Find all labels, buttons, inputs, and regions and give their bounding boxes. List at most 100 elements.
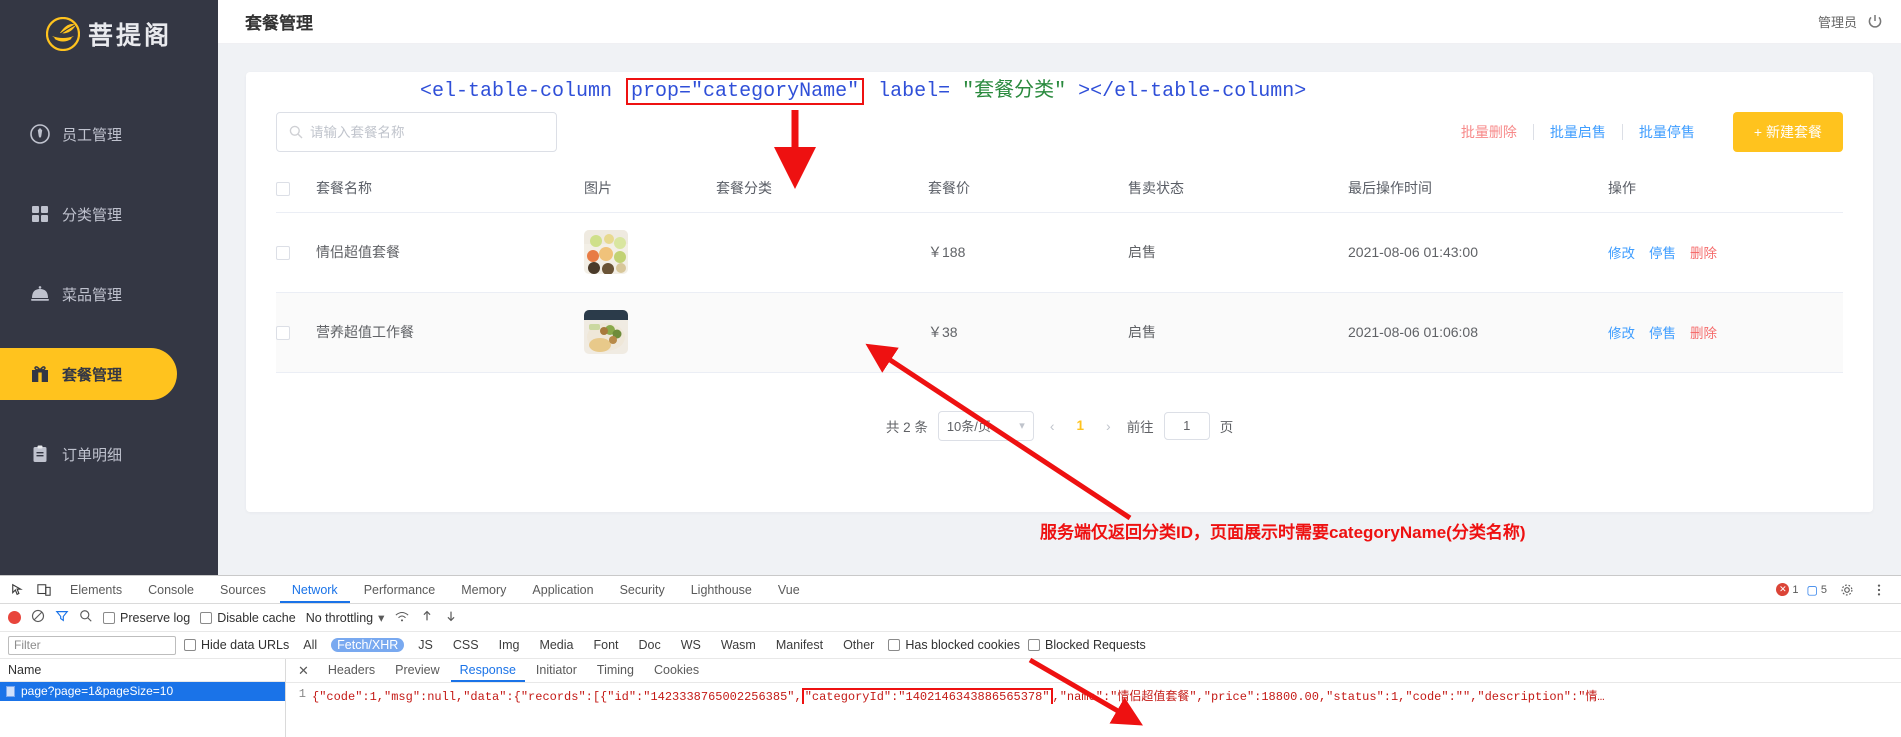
tab-performance[interactable]: Performance [352,577,448,603]
delete-button[interactable]: 删除 [1690,242,1717,262]
wifi-icon[interactable] [394,609,410,626]
page-number-1[interactable]: 1 [1071,418,1091,433]
filter-type-fetch-xhr[interactable]: Fetch/XHR [331,638,405,652]
filter-type-js[interactable]: JS [412,638,439,652]
table-row[interactable]: 营养超值工作餐 ￥38 启售 2021-08-06 01:06:08 修改 停售… [276,292,1843,373]
preserve-log-checkbox[interactable]: Preserve log [103,611,190,625]
record-dot-icon[interactable] [8,611,21,624]
th-updated: 最后操作时间 [1348,164,1608,213]
delete-button[interactable]: 删除 [1690,322,1717,342]
filter-type-wasm[interactable]: Wasm [715,638,762,652]
request-list-header: Name [0,659,285,682]
filter-type-img[interactable]: Img [493,638,526,652]
has-blocked-cookies-checkbox[interactable]: Has blocked cookies [888,638,1020,652]
xhr-doc-icon [6,686,15,697]
filter-type-doc[interactable]: Doc [633,638,667,652]
error-count-badge[interactable]: ✕ 1 [1776,581,1799,598]
network-toolbar: Preserve log Disable cache No throttling… [0,604,1901,632]
sidebar-item-label: 菜品管理 [62,286,123,304]
kebab-menu-icon[interactable] [1867,579,1891,601]
th-status: 售卖状态 [1128,164,1348,213]
select-all-checkbox[interactable] [276,181,290,196]
search-input[interactable] [310,124,535,140]
filter-type-ws[interactable]: WS [675,638,707,652]
device-toolbar-icon[interactable] [32,579,56,601]
tab-lighthouse[interactable]: Lighthouse [679,577,764,603]
subtab-cookies[interactable]: Cookies [645,659,708,682]
response-json[interactable]: {"code":1,"msg":null,"data":{"records":[… [312,687,1605,704]
upload-arrow-icon[interactable] [420,609,434,626]
cell-image [584,212,716,293]
filter-type-media[interactable]: Media [533,638,579,652]
new-combo-button[interactable]: + 新建套餐 [1732,112,1843,152]
combo-meal-photo-icon[interactable] [584,230,628,274]
funnel-icon[interactable] [55,609,69,626]
jump-prefix: 前往 [1126,419,1154,435]
sidebar-item-category[interactable]: 分类管理 [0,188,218,240]
sidebar-menu: 员工管理 分类管理 菜品管理 套餐管理 订单明细 [0,108,218,480]
power-icon[interactable] [1867,14,1883,30]
batch-disable-button[interactable]: 批量停售 [1623,122,1711,142]
tab-application[interactable]: Application [520,577,605,603]
tab-elements[interactable]: Elements [58,577,134,603]
network-content: Name page?page=1&pageSize=10 ✕ Headers P… [0,659,1901,737]
subtab-timing[interactable]: Timing [588,659,643,682]
tab-network[interactable]: Network [280,577,350,603]
message-count-badge[interactable]: ▢ 5 [1806,581,1827,598]
subtab-response[interactable]: Response [451,659,525,682]
filter-type-css[interactable]: CSS [447,638,485,652]
jump-page-input[interactable] [1163,411,1210,440]
code-highlight-prop: prop="categoryName" [626,78,865,105]
tab-console[interactable]: Console [136,577,206,603]
row-checkbox[interactable] [276,326,290,341]
filter-input[interactable] [8,635,176,655]
chevron-left-icon[interactable]: ‹ [1044,418,1061,434]
inspect-cursor-icon[interactable] [6,579,30,601]
blocked-requests-checkbox[interactable]: Blocked Requests [1028,638,1146,652]
chevron-right-icon[interactable]: › [1100,418,1117,434]
edit-button[interactable]: 修改 [1608,322,1635,342]
filter-type-all[interactable]: All [297,638,323,652]
close-icon[interactable]: ✕ [290,663,317,679]
filter-type-font[interactable]: Font [587,638,624,652]
code-annotation: <el-table-column prop="categoryName" lab… [420,73,1306,105]
sidebar-item-employee[interactable]: 员工管理 [0,108,218,160]
app-root: 菩提阁 员工管理 分类管理 菜品管理 套餐管理 订单明细 套餐管理 管理员 请输… [0,0,1901,737]
red-annotation-note: 服务端仅返回分类ID，页面展示时需要categoryName(分类名称) [1040,523,1526,542]
hide-data-urls-checkbox[interactable]: Hide data URLs [184,638,289,652]
filter-type-manifest[interactable]: Manifest [770,638,829,652]
tab-vue[interactable]: Vue [766,577,812,603]
tab-security[interactable]: Security [608,577,677,603]
batch-enable-button[interactable]: 批量启售 [1534,122,1622,142]
clear-circle-icon[interactable] [31,609,45,626]
download-arrow-icon[interactable] [444,609,458,626]
row-checkbox[interactable] [276,246,290,261]
table-row[interactable]: 情侣超值套餐 ￥188 启售 2021-08-06 01:43:00 修改 停售… [276,212,1843,293]
edit-button[interactable]: 修改 [1608,242,1635,262]
code-part-3: "套餐分类" [962,80,1067,103]
subtab-initiator[interactable]: Initiator [527,659,586,682]
worklunch-photo-icon[interactable] [584,310,628,354]
stop-sale-button[interactable]: 停售 [1649,242,1676,262]
stop-sale-button[interactable]: 停售 [1649,322,1676,342]
employee-tie-icon [30,124,50,144]
code-part-1: <el-table-column [420,80,625,103]
filter-type-other[interactable]: Other [837,638,880,652]
subtab-preview[interactable]: Preview [386,659,448,682]
subtab-headers[interactable]: Headers [319,659,384,682]
tab-memory[interactable]: Memory [449,577,518,603]
sidebar-item-orders[interactable]: 订单明细 [0,428,218,480]
blocked-requests-label: Blocked Requests [1045,638,1146,652]
search-box[interactable] [276,112,557,152]
gear-icon[interactable] [1835,579,1859,601]
chevron-down-icon: ▾ [1019,420,1025,432]
tab-sources[interactable]: Sources [208,577,278,603]
sidebar-item-combo[interactable]: 套餐管理 [0,348,177,400]
page-size-select[interactable]: 10条/页 ▾ [937,410,1034,441]
request-row[interactable]: page?page=1&pageSize=10 [0,682,285,701]
throttling-select[interactable]: No throttling ▾ [306,610,385,626]
batch-delete-button[interactable]: 批量删除 [1445,122,1533,142]
disable-cache-checkbox[interactable]: Disable cache [200,611,296,625]
sidebar-item-dish[interactable]: 菜品管理 [0,268,218,320]
search-icon[interactable] [79,609,93,626]
